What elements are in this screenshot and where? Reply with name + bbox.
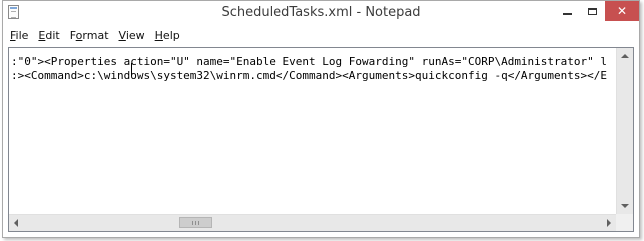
- text-editor[interactable]: :"0"><Properties action="U" name="Enable…: [8, 47, 634, 232]
- scroll-down-icon[interactable]: [621, 204, 629, 208]
- menu-file[interactable]: File: [10, 29, 28, 42]
- menu-view-label: iew: [125, 28, 145, 42]
- menu-help[interactable]: Help: [155, 29, 180, 42]
- close-icon: ✕: [616, 4, 628, 18]
- menu-bar: File Edit Format View Help: [3, 26, 639, 44]
- scroll-right-icon[interactable]: [607, 219, 611, 227]
- menu-edit-label: dit: [45, 28, 60, 42]
- text-line: :"0"><Properties action="U" name="Enable…: [11, 55, 608, 68]
- horizontal-scroll-thumb[interactable]: [179, 217, 212, 228]
- scrollbar-corner: [616, 214, 633, 231]
- maximize-button[interactable]: [580, 1, 605, 21]
- maximize-icon: [588, 7, 597, 15]
- thumb-grip-icon: [195, 221, 196, 225]
- close-button[interactable]: ✕: [605, 1, 639, 21]
- minimize-icon: [563, 13, 572, 15]
- menu-format-label: rmat: [82, 28, 109, 42]
- thumb-grip-icon: [198, 221, 199, 225]
- thumb-grip-icon: [192, 221, 193, 225]
- menu-view[interactable]: View: [119, 29, 145, 42]
- text-line: :><Command>c:\windows\system32\winrm.cmd…: [11, 69, 608, 82]
- menu-view-accel: V: [118, 28, 126, 42]
- window-title: ScheduledTasks.xml - Notepad: [221, 5, 421, 20]
- menu-file-label: ile: [15, 28, 29, 42]
- text-content[interactable]: :"0"><Properties action="U" name="Enable…: [11, 55, 615, 215]
- menu-help-accel: H: [154, 28, 163, 42]
- menu-edit[interactable]: Edit: [38, 29, 59, 42]
- text-caret: [131, 63, 132, 76]
- minimize-button[interactable]: [555, 1, 580, 21]
- notepad-window: ScheduledTasks.xml - Notepad ✕ File Edit…: [2, 0, 640, 238]
- vertical-scrollbar[interactable]: [616, 48, 633, 214]
- scroll-left-icon[interactable]: [14, 219, 18, 227]
- scroll-up-icon[interactable]: [621, 54, 629, 58]
- menu-help-label: elp: [162, 28, 180, 42]
- horizontal-scrollbar[interactable]: [9, 214, 616, 231]
- title-bar[interactable]: ScheduledTasks.xml - Notepad ✕: [3, 1, 639, 26]
- menu-format[interactable]: Format: [70, 29, 109, 42]
